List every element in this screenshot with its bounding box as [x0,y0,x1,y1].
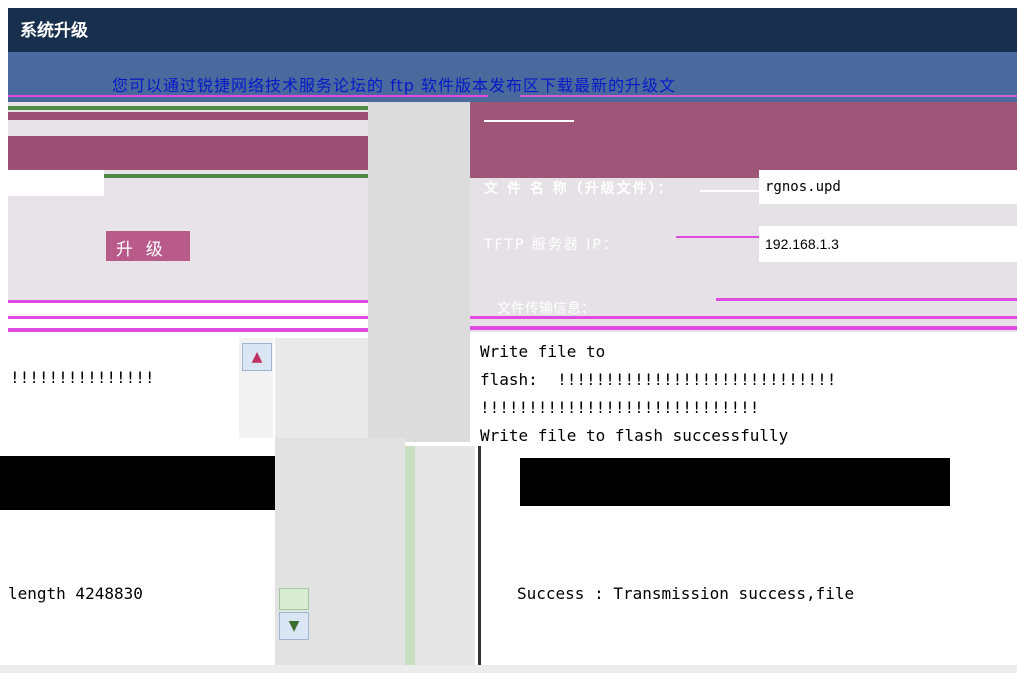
black-band [0,456,275,510]
transfer-info-label: 文件传输信息： [497,301,595,317]
scroll-up-icon[interactable]: ▲ [242,343,272,371]
black-band [520,458,950,506]
divider [8,106,368,110]
glitch-line [8,95,488,97]
divider [8,300,368,303]
band [8,136,368,170]
upgrade-button[interactable]: 升 级 [106,231,190,261]
divider [484,120,574,122]
band [8,112,368,120]
left-log-area [8,338,238,438]
scroll-down-icon[interactable]: ▼ [279,612,309,640]
divider [700,190,759,192]
middle-column [368,102,470,442]
page-title: 系统升级 [20,21,88,41]
divider [8,328,368,332]
divider [676,236,759,238]
length-log-line: length 4248830 [8,584,143,603]
scrollbar-thumb[interactable] [279,588,309,610]
frame-border [478,446,492,673]
gray-block [415,446,475,673]
frame-border [405,446,415,673]
tftp-ip-label: TFTP 服务器 IP： [484,237,619,253]
glitch-line [520,95,1017,97]
left-log-line: !!!!!!!!!!!!!!! [10,368,155,387]
divider [716,298,1017,301]
divider [8,316,368,319]
tftp-ip-input[interactable] [759,226,1017,262]
right-band [470,102,1017,178]
white-block [8,170,104,196]
file-name-input[interactable] [759,170,1017,204]
divider [470,326,1017,330]
left-panel [8,102,368,302]
notice-link[interactable]: 您可以通过锐捷网络技术服务论坛的 ftp 软件版本发布区下载最新的升级文 [112,72,676,96]
transfer-log-text: Write file to flash: !!!!!!!!!!!!!!!!!!!… [480,342,837,445]
divider [470,316,1017,319]
file-name-label: 文 件 名 称（升级文件）： [484,181,674,197]
bottom-strip [0,665,1017,673]
title-bar [8,8,1017,52]
gray-block [275,338,368,438]
success-message: Success : Transmission success,file [517,584,855,603]
